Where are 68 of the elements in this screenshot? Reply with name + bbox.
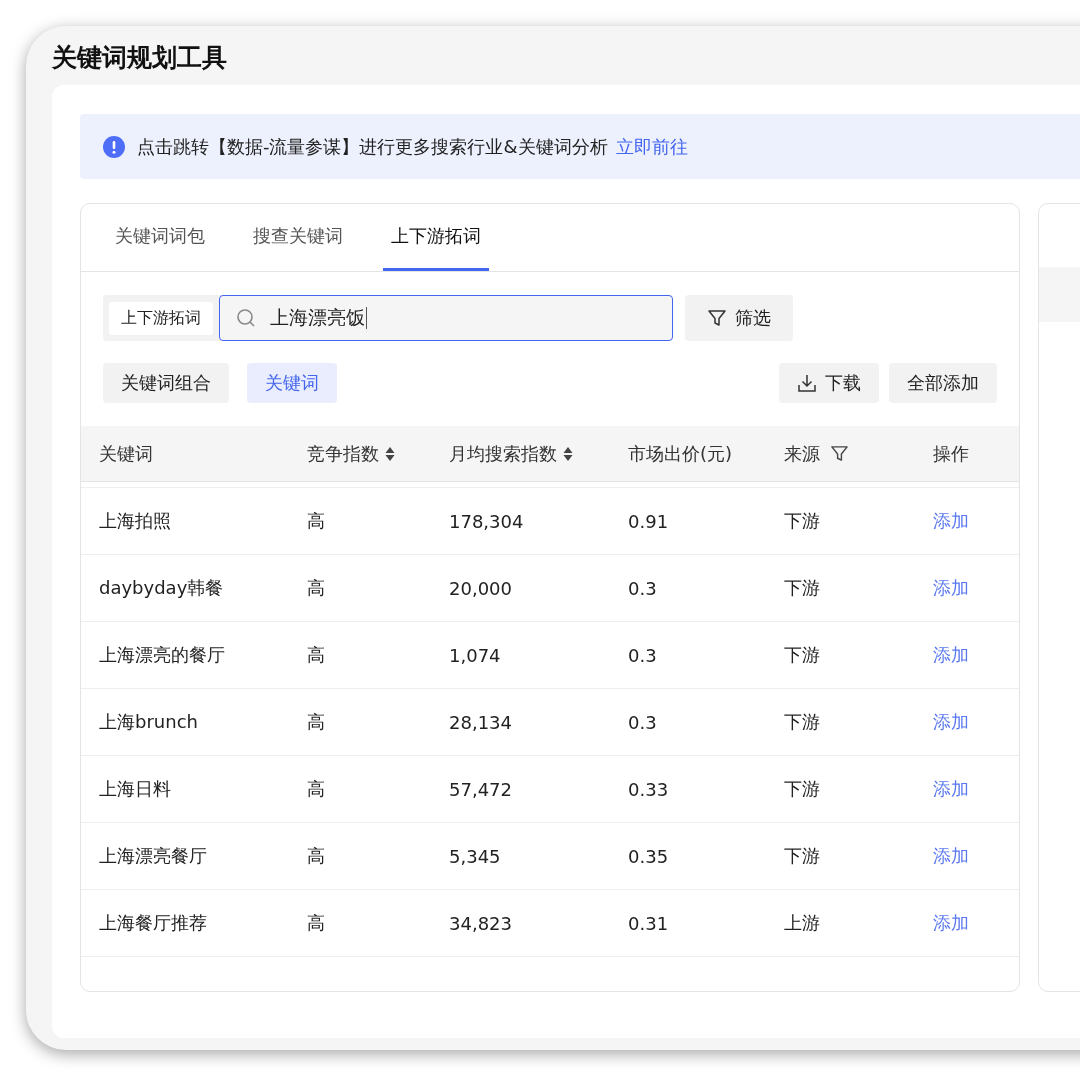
table-cell: 0.91	[628, 510, 669, 532]
view-toggle[interactable]: 关键词组合	[103, 363, 229, 403]
table-cell: 上海日料	[99, 777, 171, 801]
filter-icon	[707, 308, 727, 328]
download-icon	[797, 373, 817, 393]
search-icon	[236, 308, 256, 328]
table-cell: 高	[307, 777, 325, 801]
table-cell: 下游	[784, 509, 820, 533]
table-cell: 高	[307, 911, 325, 935]
table-cell: 高	[307, 509, 325, 533]
table-cell: 1,074	[449, 644, 501, 666]
filter-button[interactable]: 筛选	[685, 295, 793, 341]
table-cell: 34,823	[449, 912, 512, 934]
table-cell: 0.3	[628, 644, 657, 666]
table-cell: 上海餐厅推荐	[99, 911, 207, 935]
column-header: 来源	[784, 441, 820, 466]
tab[interactable]: 上下游拓词	[383, 204, 489, 271]
column-header: 市场出价(元)	[628, 441, 733, 466]
mode-selector[interactable]: 上下游拓词	[109, 301, 213, 335]
table-cell: daybyday韩餐	[99, 576, 224, 600]
table-cell: 20,000	[449, 577, 512, 599]
table-cell: 0.33	[628, 778, 669, 800]
table-cell: 上海拍照	[99, 509, 171, 533]
tab[interactable]: 搜查关键词	[245, 204, 351, 271]
add-link[interactable]: 添加	[933, 710, 969, 734]
download-button[interactable]: 下载	[779, 363, 879, 403]
column-header: 操作	[933, 441, 969, 466]
search-field[interactable]: 上海漂亮饭	[219, 295, 673, 341]
column-header: 竞争指数	[307, 441, 379, 466]
add-link[interactable]: 添加	[933, 643, 969, 667]
table-cell: 5,345	[449, 845, 501, 867]
sort-icon[interactable]	[385, 445, 395, 462]
table-cell: 下游	[784, 576, 820, 600]
add-link[interactable]: 添加	[933, 509, 969, 533]
notice-text: 点击跳转【数据-流量参谋】进行更多搜索行业&关键词分析	[137, 134, 608, 159]
table-cell: 上游	[784, 911, 820, 935]
add-link[interactable]: 添加	[933, 777, 969, 801]
column-header: 关键词	[99, 441, 153, 466]
table-cell: 下游	[784, 710, 820, 734]
table-cell: 高	[307, 643, 325, 667]
table-cell: 0.31	[628, 912, 669, 934]
view-toggle[interactable]: 关键词	[247, 363, 337, 403]
table-cell: 下游	[784, 643, 820, 667]
table-cell: 178,304	[449, 510, 524, 532]
table-cell: 上海漂亮的餐厅	[99, 643, 225, 667]
tab[interactable]: 关键词词包	[107, 204, 213, 271]
filter-icon[interactable]	[830, 444, 849, 463]
table-cell: 下游	[784, 844, 820, 868]
table-cell: 高	[307, 844, 325, 868]
table-cell: 0.3	[628, 711, 657, 733]
table-cell: 28,134	[449, 711, 512, 733]
info-icon	[103, 135, 125, 158]
add-link[interactable]: 添加	[933, 844, 969, 868]
table-cell: 0.3	[628, 577, 657, 599]
column-header: 月均搜索指数	[449, 441, 557, 466]
table-cell: 下游	[784, 777, 820, 801]
go-now-link[interactable]: 立即前往	[615, 134, 688, 159]
table-cell: 上海brunch	[99, 710, 198, 734]
window-title: 关键词规划工具	[51, 42, 228, 74]
add-all-button[interactable]: 全部添加	[889, 363, 997, 403]
table-cell: 57,472	[449, 778, 512, 800]
add-link[interactable]: 添加	[933, 576, 969, 600]
table-cell: 高	[307, 576, 325, 600]
sort-icon[interactable]	[563, 445, 573, 462]
table-cell: 上海漂亮餐厅	[99, 844, 207, 868]
add-link[interactable]: 添加	[933, 911, 969, 935]
table-cell: 0.35	[628, 845, 669, 867]
table-cell: 高	[307, 710, 325, 734]
